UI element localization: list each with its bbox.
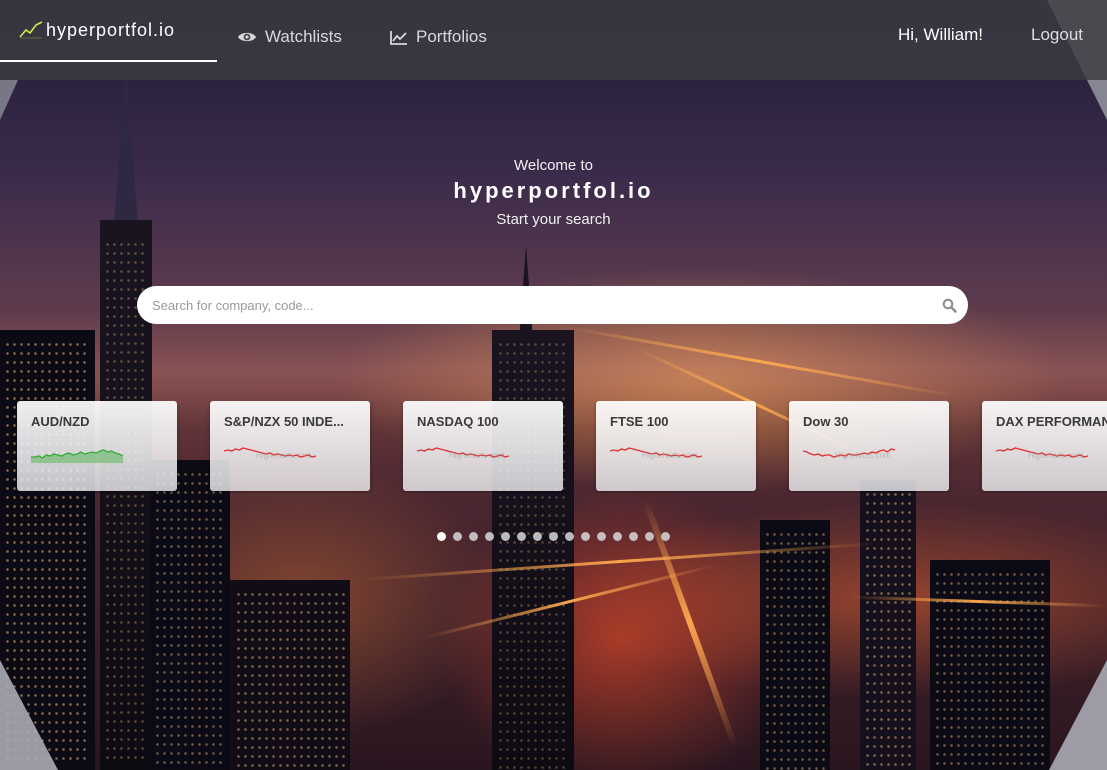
- nav-watchlists-label: Watchlists: [265, 27, 342, 46]
- carousel-dots: [437, 532, 670, 541]
- carousel-dot[interactable]: [469, 532, 478, 541]
- ticker-card-title: NASDAQ 100: [417, 414, 499, 429]
- brand-name: hyperportfol.io: [46, 19, 176, 40]
- hero-title: hyperportfol.io: [453, 178, 654, 203]
- ticker-card-title: DAX PERFORMANCE-INDEX: [996, 414, 1107, 429]
- carousel-dot[interactable]: [549, 532, 558, 541]
- carousel-dot[interactable]: [597, 532, 606, 541]
- ticker-card-title: FTSE 100: [610, 414, 669, 429]
- carousel-dot[interactable]: [533, 532, 542, 541]
- ticker-card[interactable]: NASDAQ 100 Highcharts.com: [403, 401, 563, 491]
- line-chart-icon: [19, 21, 43, 39]
- carousel-dot[interactable]: [485, 532, 494, 541]
- carousel-dot[interactable]: [645, 532, 654, 541]
- ticker-card[interactable]: Dow 30 Highcharts.com: [789, 401, 949, 491]
- ticker-card[interactable]: S&P/NZX 50 INDE... Highcharts.com: [210, 401, 370, 491]
- eye-icon: [237, 30, 257, 44]
- chart-credit: Highcharts.com: [449, 451, 505, 460]
- chart-credit: Highcharts.com: [1028, 451, 1084, 460]
- carousel-dot[interactable]: [437, 532, 446, 541]
- carousel-dot[interactable]: [501, 532, 510, 541]
- top-navbar: hyperportfol.io Watchlists Portfolios Hi…: [0, 0, 1107, 80]
- carousel-dot[interactable]: [453, 532, 462, 541]
- ticker-card[interactable]: DAX PERFORMANCE-INDEX Highcharts.com: [982, 401, 1107, 491]
- nav-portfolios-label: Portfolios: [416, 27, 487, 46]
- carousel-dot[interactable]: [581, 532, 590, 541]
- area-chart-icon: [390, 30, 408, 45]
- nav-portfolios[interactable]: Portfolios: [390, 24, 487, 50]
- logout-link[interactable]: Logout: [1031, 25, 1083, 45]
- carousel-dot[interactable]: [565, 532, 574, 541]
- ticker-card[interactable]: AUD/NZD: [17, 401, 177, 491]
- carousel-dot[interactable]: [661, 532, 670, 541]
- chart-credit: Highcharts.com: [642, 451, 698, 460]
- ticker-card-title: Dow 30: [803, 414, 849, 429]
- nav-watchlists[interactable]: Watchlists: [237, 24, 342, 50]
- search-icon[interactable]: [930, 286, 968, 324]
- search-bar: [137, 286, 968, 324]
- chart-credit: Highcharts.com: [256, 451, 312, 460]
- ticker-card-title: AUD/NZD: [31, 414, 90, 429]
- ticker-carousel: AUD/NZD S&P/NZX 50 INDE... Highcharts.co…: [0, 401, 1107, 493]
- user-greeting: Hi, William!: [898, 25, 983, 44]
- chart-credit: Highcharts.com: [835, 451, 891, 460]
- carousel-dot[interactable]: [629, 532, 638, 541]
- carousel-dot[interactable]: [517, 532, 526, 541]
- city-background: [0, 0, 1107, 770]
- ticker-card[interactable]: FTSE 100 Highcharts.com: [596, 401, 756, 491]
- carousel-dot[interactable]: [613, 532, 622, 541]
- ticker-card-title: S&P/NZX 50 INDE...: [224, 414, 344, 429]
- ticker-sparkline: [31, 449, 124, 463]
- brand-logo-link[interactable]: hyperportfol.io: [0, 0, 217, 62]
- hero-subtitle: Start your search: [496, 211, 611, 228]
- hero-welcome-text: Welcome to: [514, 157, 593, 174]
- search-input[interactable]: [137, 286, 930, 324]
